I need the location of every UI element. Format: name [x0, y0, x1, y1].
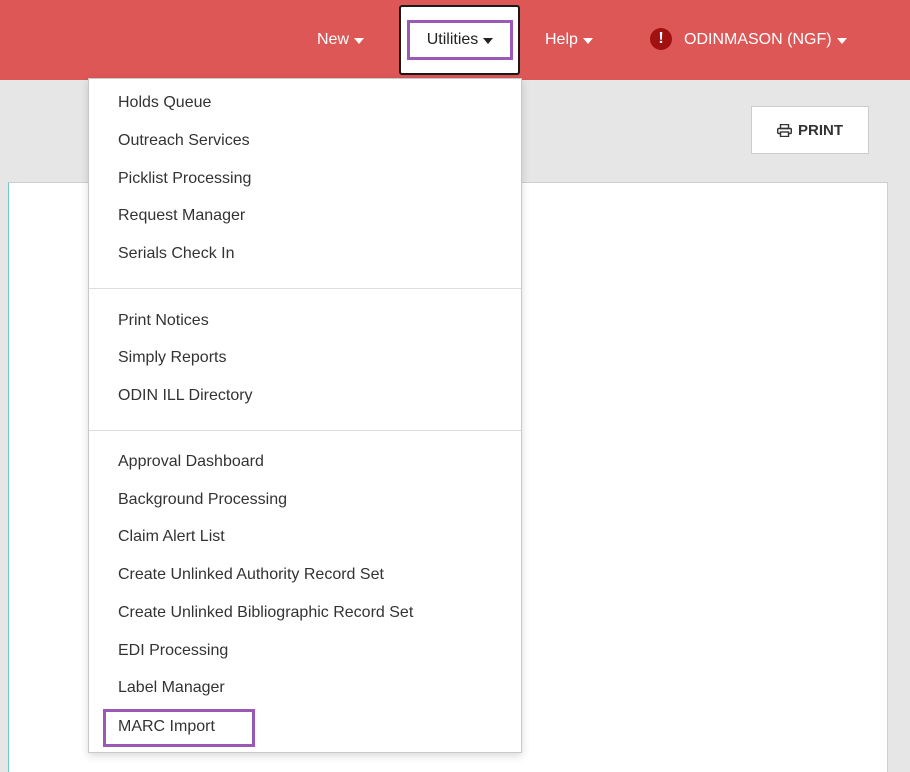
- nav-user-menu[interactable]: ODINMASON (NGF): [684, 0, 847, 80]
- print-button[interactable]: PRINT: [751, 106, 869, 154]
- nav-new-label: New: [317, 31, 350, 48]
- marc-import-highlight-box: [103, 709, 255, 747]
- nav-user-label: ODINMASON (NGF): [684, 31, 832, 48]
- caret-down-icon: [354, 38, 365, 44]
- menu-item-odin-ill-directory[interactable]: ODIN ILL Directory: [118, 387, 253, 405]
- nav-new-menu[interactable]: New: [317, 0, 365, 80]
- menu-item-request-manager[interactable]: Request Manager: [118, 207, 245, 225]
- nav-utilities-label: Utilities: [426, 31, 479, 48]
- menu-item-holds-queue[interactable]: Holds Queue: [118, 94, 211, 112]
- nav-help-label: Help: [545, 31, 578, 48]
- menu-item-label-manager[interactable]: Label Manager: [118, 679, 225, 697]
- print-label: PRINT: [798, 121, 843, 139]
- menu-item-create-unlinked-authority-record-set[interactable]: Create Unlinked Authority Record Set: [118, 566, 384, 584]
- menu-item-approval-dashboard[interactable]: Approval Dashboard: [118, 453, 264, 471]
- top-navbar: New Utilities Help ! ODINMASON (NGF): [0, 0, 910, 80]
- caret-down-icon: [483, 38, 494, 44]
- menu-item-picklist-processing[interactable]: Picklist Processing: [118, 170, 251, 188]
- nav-help-menu[interactable]: Help: [545, 0, 593, 80]
- menu-item-serials-check-in[interactable]: Serials Check In: [118, 245, 235, 263]
- menu-divider: [89, 430, 521, 431]
- menu-item-claim-alert-list[interactable]: Claim Alert List: [118, 528, 225, 546]
- menu-item-edi-processing[interactable]: EDI Processing: [118, 642, 228, 660]
- menu-item-print-notices[interactable]: Print Notices: [118, 312, 209, 330]
- caret-down-icon: [582, 38, 593, 44]
- utilities-dropdown-menu: Holds Queue Outreach Services Picklist P…: [88, 78, 522, 753]
- caret-down-icon: [836, 38, 847, 44]
- utilities-highlight-box[interactable]: Utilities: [407, 20, 513, 60]
- alert-glyph: !: [658, 30, 664, 47]
- menu-divider: [89, 288, 521, 289]
- printer-icon: [777, 123, 792, 137]
- menu-item-background-processing[interactable]: Background Processing: [118, 491, 287, 509]
- menu-item-create-unlinked-bibliographic-record-set[interactable]: Create Unlinked Bibliographic Record Set: [118, 604, 413, 622]
- menu-item-simply-reports[interactable]: Simply Reports: [118, 349, 226, 367]
- menu-item-outreach-services[interactable]: Outreach Services: [118, 132, 250, 150]
- alert-icon[interactable]: !: [650, 28, 672, 50]
